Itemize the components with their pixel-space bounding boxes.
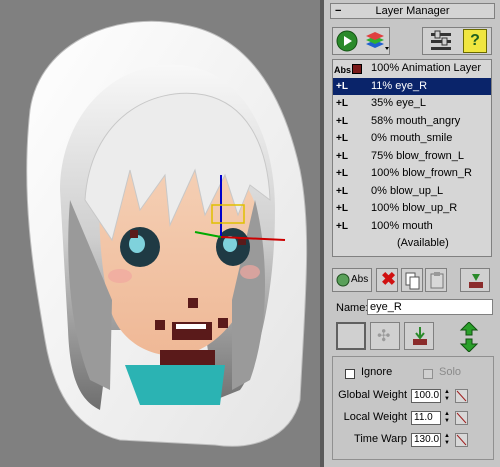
layer-label: 0% blow_up_L xyxy=(371,184,444,197)
layer-label: 35% eye_L xyxy=(371,97,427,109)
delete-icon: ✖ xyxy=(381,269,397,289)
layer-label: 100% Animation Layer xyxy=(371,62,482,74)
up-down-arrows-icon xyxy=(459,321,479,353)
time-warp-curve-icon[interactable] xyxy=(455,433,468,447)
select-objects-button[interactable]: ✣ xyxy=(370,322,400,350)
time-warp-field[interactable]: 130.0 xyxy=(411,433,441,447)
layer-row[interactable]: +L 100% mouth xyxy=(333,218,491,236)
layer-row[interactable]: +L 75% blow_frown_L xyxy=(333,148,491,166)
layer-color-button[interactable] xyxy=(336,322,366,350)
collapse-layers-icon xyxy=(469,274,483,288)
time-warp-label: Time Warp xyxy=(354,433,407,445)
layer-row[interactable]: +L 11% eye_R xyxy=(333,77,491,95)
rollout-header[interactable]: − Layer Manager xyxy=(330,3,495,19)
layer-row[interactable]: +L 58% mouth_angry xyxy=(333,113,491,131)
layer-prefix: +L xyxy=(336,220,348,232)
layer-prefix: +L xyxy=(336,115,348,127)
local-weight-field[interactable]: 11.0 xyxy=(411,411,441,425)
global-weight-spinner[interactable]: ▲ ▼ xyxy=(443,389,451,403)
add-abs-layer-button[interactable]: Abs xyxy=(332,268,372,292)
layer-prefix: +L xyxy=(336,185,348,197)
ignore-checkbox[interactable] xyxy=(345,369,355,379)
name-label: Name: xyxy=(336,302,369,314)
layer-row[interactable]: +L 0% mouth_smile xyxy=(333,130,491,148)
add-selected-icon xyxy=(413,327,427,345)
layer-row-available[interactable]: (Available) xyxy=(333,235,491,253)
local-weight-spinner[interactable]: ▲ ▼ xyxy=(443,411,451,425)
layer-options-group: Ignore Solo Global Weight 100.0 ▲ ▼ Local… xyxy=(332,356,494,460)
layer-row-base[interactable]: Abs 100% Animation Layer xyxy=(333,60,491,78)
global-weight-field[interactable]: 100.0 xyxy=(411,389,441,403)
layer-prefix: +L xyxy=(336,133,348,144)
layer-name-field[interactable] xyxy=(367,299,493,315)
move-layer-arrows[interactable] xyxy=(454,321,484,353)
collapse-icon[interactable]: − xyxy=(335,4,341,18)
ignore-label: Ignore xyxy=(361,366,393,378)
layer-prefix: +L xyxy=(336,203,348,214)
layer-row[interactable]: +L 35% eye_L xyxy=(333,95,491,113)
layer-label: 75% blow_frown_L xyxy=(371,149,464,162)
paste-icon xyxy=(430,272,444,289)
move-icon: ✣ xyxy=(377,328,391,345)
global-weight-label: Global Weight xyxy=(338,389,407,401)
panel-title: Layer Manager xyxy=(375,5,450,17)
layer-label: 0% mouth_smile xyxy=(371,132,453,144)
layer-row[interactable]: +L 100% blow_up_R xyxy=(333,200,491,218)
global-weight-curve-icon[interactable] xyxy=(455,389,468,403)
solo-checkbox[interactable] xyxy=(423,369,433,379)
layer-list[interactable]: Abs 100% Animation Layer +L 11% eye_R +L 3… xyxy=(332,59,492,257)
layer-label: 100% blow_up_R xyxy=(371,202,458,214)
local-weight-curve-icon[interactable] xyxy=(455,411,468,425)
add-abs-label: Abs xyxy=(351,274,369,285)
help-icon[interactable]: ? xyxy=(463,29,487,53)
layer-settings-icon[interactable] xyxy=(429,29,453,53)
layer-prefix: +L xyxy=(336,150,348,162)
local-weight-label: Local Weight xyxy=(343,411,407,423)
add-selected-button[interactable] xyxy=(404,322,434,350)
layer-label: 100% mouth xyxy=(371,219,433,232)
layer-label: 11% eye_R xyxy=(371,79,428,92)
3d-viewport[interactable] xyxy=(0,0,320,467)
toolbar-group-left xyxy=(332,27,390,55)
layer-prefix: +L xyxy=(336,168,348,179)
layer-row[interactable]: +L 100% blow_frown_R xyxy=(333,165,491,183)
layer-label: 58% mouth_angry xyxy=(371,114,461,127)
layers-icon[interactable] xyxy=(363,30,389,52)
layer-manager-panel: − Layer Manager ? Abs 100% Animation Lay… xyxy=(324,0,500,467)
abs-layer-badge: Abs xyxy=(334,62,363,79)
character-head-render xyxy=(26,20,308,447)
layer-prefix: +L xyxy=(336,98,348,109)
solo-label: Solo xyxy=(439,366,462,378)
layer-row[interactable]: +L 0% blow_up_L xyxy=(333,183,491,201)
play-icon[interactable] xyxy=(336,30,358,52)
delete-layer-button[interactable]: ✖ xyxy=(376,268,398,292)
time-warp-spinner[interactable]: ▲ ▼ xyxy=(443,433,451,447)
add-layer-icon xyxy=(336,273,350,287)
layer-color-swatch xyxy=(352,64,363,74)
layer-label: 100% blow_frown_R xyxy=(371,167,472,179)
paste-layer-button[interactable] xyxy=(425,268,447,292)
copy-icon xyxy=(405,272,420,290)
collapse-layer-button[interactable] xyxy=(460,268,490,292)
copy-layer-button[interactable] xyxy=(401,268,423,292)
layer-prefix: +L xyxy=(336,80,348,92)
toolbar-group-right: ? xyxy=(422,27,492,55)
layer-label: (Available) xyxy=(397,237,449,249)
